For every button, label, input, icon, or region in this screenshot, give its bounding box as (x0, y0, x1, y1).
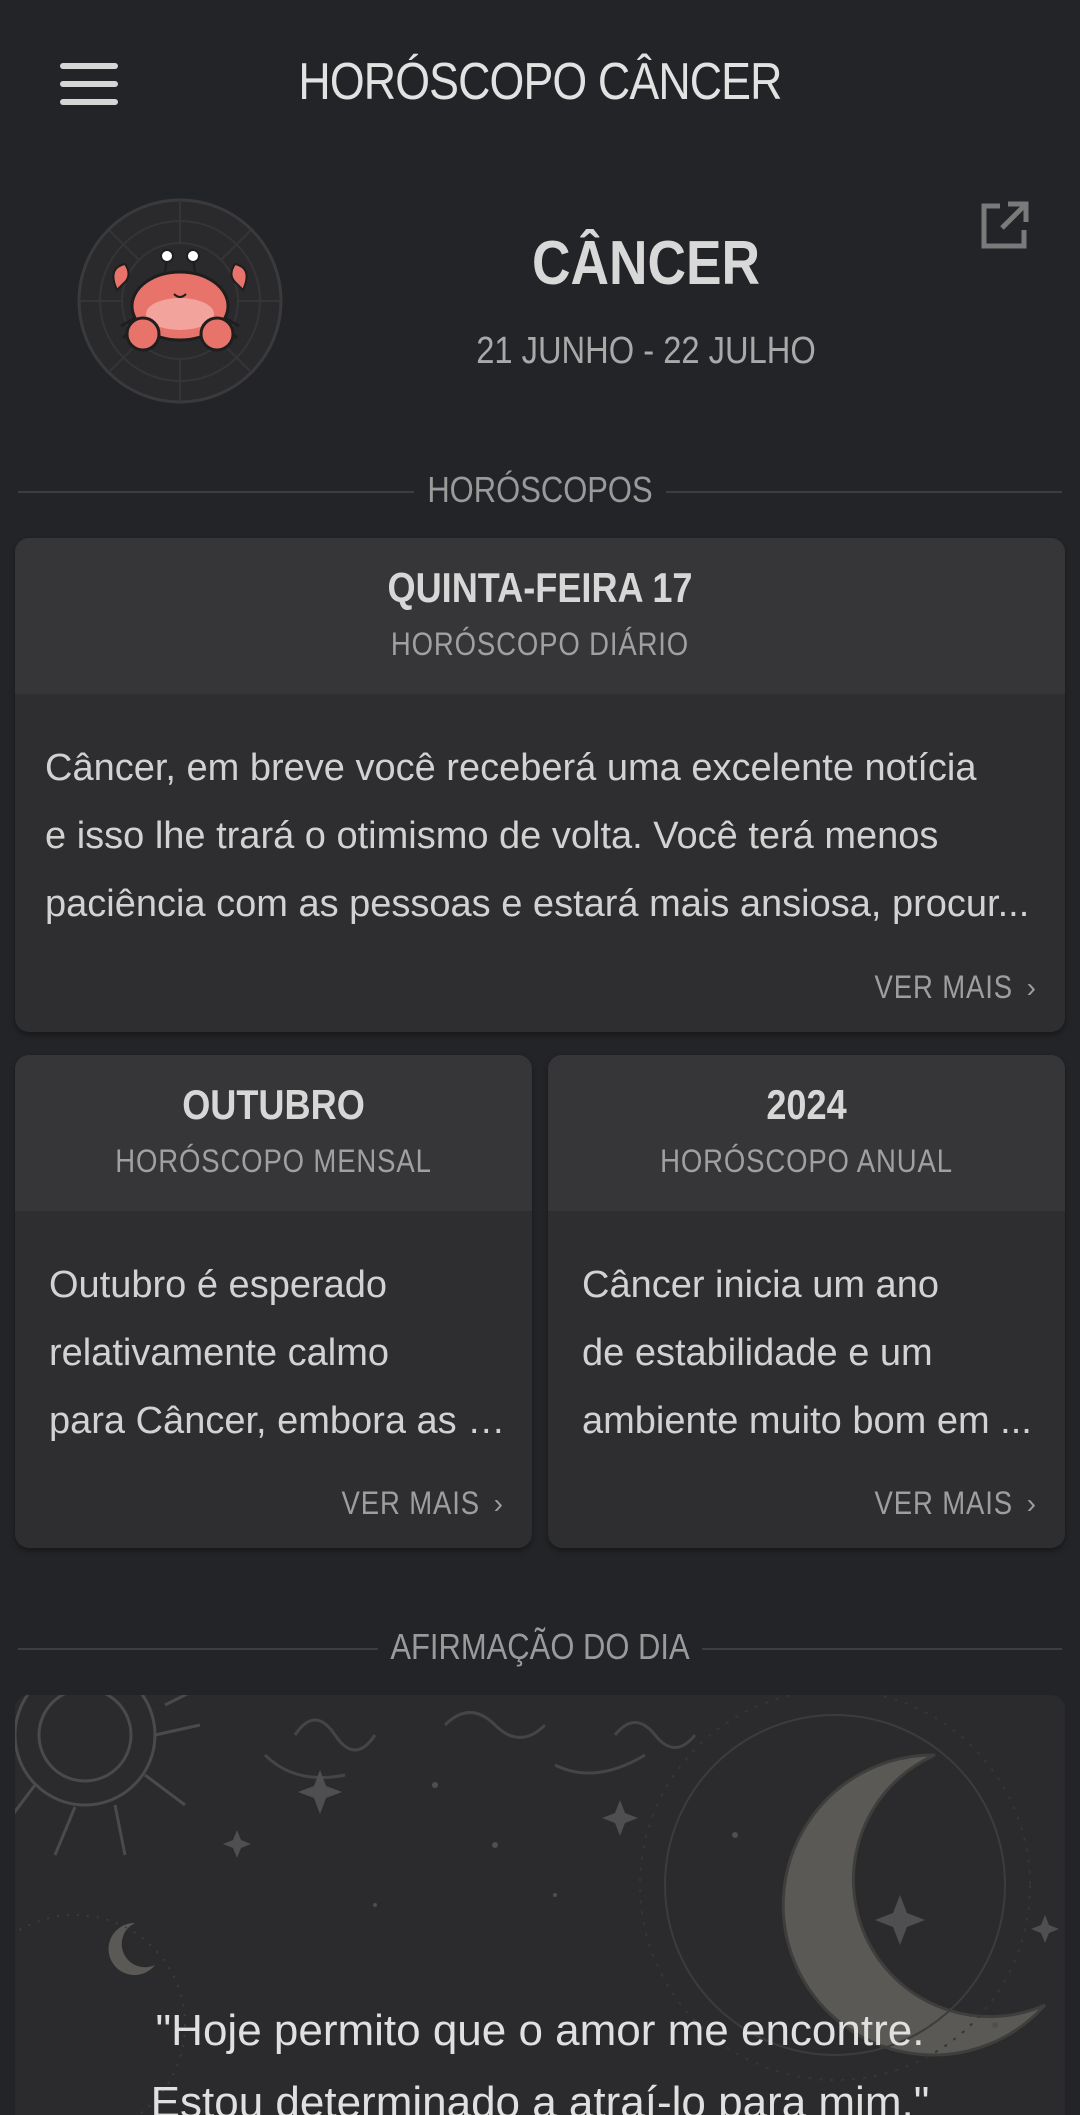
card-header: QUINTA-FEIRA 17 HORÓSCOPO DIÁRIO (15, 538, 1065, 694)
ver-mais-button[interactable]: VER MAIS › (852, 969, 1037, 1006)
card-text: Câncer, em breve você receberá uma excel… (45, 734, 1035, 938)
card-subtitle: HORÓSCOPO ANUAL (660, 1143, 953, 1179)
card-title: OUTUBRO (182, 1081, 365, 1128)
crab-icon (77, 198, 283, 404)
sign-dates: 21 JUNHO - 22 JULHO (476, 330, 816, 372)
text-line: e isso lhe trará o otimismo de volta. Vo… (45, 815, 939, 857)
yearly-horoscope-card[interactable]: 2024 HORÓSCOPO ANUAL Câncer inicia um an… (548, 1055, 1065, 1548)
text-line: paciência com as pessoas e estará mais a… (45, 883, 1030, 925)
ver-mais-label: VER MAIS (874, 969, 1013, 1005)
card-text: Câncer inicia um ano de estabilidade e u… (582, 1251, 1045, 1455)
daily-horoscope-card[interactable]: QUINTA-FEIRA 17 HORÓSCOPO DIÁRIO Câncer,… (15, 538, 1065, 1032)
text-line: ambiente muito bom em ... (582, 1400, 1032, 1442)
text-line: Câncer, em breve você receberá uma excel… (45, 747, 977, 789)
card-title: QUINTA-FEIRA 17 (387, 564, 693, 611)
section-title: AFIRMAÇÃO DO DIA (390, 1626, 690, 1667)
sign-name: CÂNCER (531, 229, 761, 298)
affirmation-line: Estou determinado a atraí-lo para mim." (150, 2078, 930, 2115)
ver-mais-label: VER MAIS (341, 1485, 480, 1521)
section-divider-horoscopes: HORÓSCOPOS (18, 461, 1062, 521)
top-bar: HORÓSCOPO CÂNCER (0, 0, 1080, 168)
page-title: HORÓSCOPO CÂNCER (298, 53, 782, 111)
text-line: Outubro é esperado (49, 1264, 388, 1306)
card-subtitle: HORÓSCOPO MENSAL (115, 1143, 432, 1179)
text-line: relativamente calmo (49, 1332, 390, 1374)
text-line: Câncer inicia um ano (582, 1264, 939, 1306)
ver-mais-button[interactable]: VER MAIS › (852, 1485, 1037, 1522)
affirmation-card[interactable]: "Hoje permito que o amor me encontre. Es… (15, 1695, 1065, 2115)
monthly-horoscope-card[interactable]: OUTUBRO HORÓSCOPO MENSAL Outubro é esper… (15, 1055, 532, 1548)
affirmation-text: "Hoje permito que o amor me encontre. Es… (15, 1995, 1065, 2115)
chevron-right-icon: › (1026, 1487, 1037, 1519)
card-title: 2024 (766, 1081, 847, 1128)
open-external-icon[interactable] (976, 198, 1032, 254)
ver-mais-label: VER MAIS (874, 1485, 1013, 1521)
section-title: HORÓSCOPOS (427, 469, 653, 510)
chevron-right-icon: › (1026, 971, 1037, 1003)
card-subtitle: HORÓSCOPO DIÁRIO (390, 626, 690, 662)
affirmation-line: "Hoje permito que o amor me encontre. (155, 2006, 925, 2055)
section-divider-affirmation: AFIRMAÇÃO DO DIA (18, 1618, 1062, 1678)
app-root: HORÓSCOPO CÂNCER CÂNCER 21 JUNHO - 22 JU… (0, 0, 1080, 2115)
card-header: OUTUBRO HORÓSCOPO MENSAL (15, 1055, 532, 1211)
card-text: Outubro é esperado relativamente calmo p… (49, 1251, 512, 1455)
card-header: 2024 HORÓSCOPO ANUAL (548, 1055, 1065, 1211)
ver-mais-button[interactable]: VER MAIS › (319, 1485, 504, 1522)
chevron-right-icon: › (493, 1487, 504, 1519)
text-line: para Câncer, embora as e... (49, 1400, 512, 1442)
text-line: de estabilidade e um (582, 1332, 933, 1374)
